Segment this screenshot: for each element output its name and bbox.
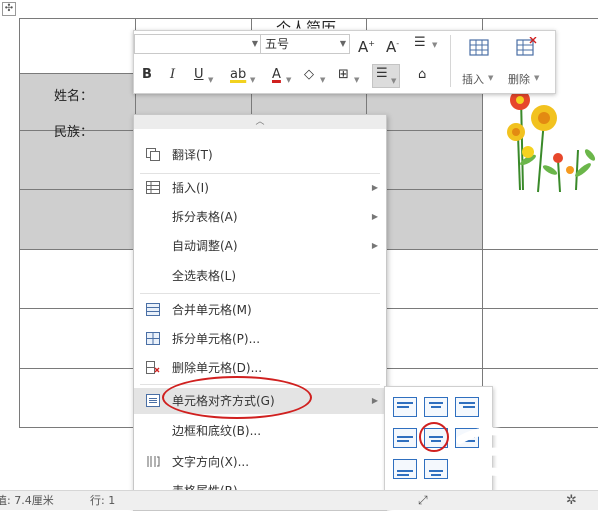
table-move-handle[interactable]: ✣ xyxy=(2,2,16,16)
fullscreen-icon[interactable]: ⤢ xyxy=(418,491,428,510)
cell-align-icon xyxy=(146,394,160,407)
menu-item-text-direction[interactable]: 文字方向(X)... xyxy=(134,449,386,475)
eraser-button[interactable]: ⌂ xyxy=(418,66,426,84)
table-cell[interactable] xyxy=(19,308,136,369)
delete-cells-icon xyxy=(146,361,160,374)
chevron-right-icon: ▶ xyxy=(371,241,378,250)
paint-bucket-icon: ◇ xyxy=(304,67,314,82)
menu-item-split-cells[interactable]: 拆分单元格(P)... xyxy=(134,326,386,352)
table-cell[interactable] xyxy=(19,189,136,250)
chevron-right-icon: ▶ xyxy=(371,212,378,221)
context-menu: ︿ 翻译(T) 插入(I) ▶ 拆分表格(A) ▶ 自动调整(A) ▶ 全选表格(L)… xyxy=(133,114,387,511)
menu-item-split-table[interactable]: 拆分表格(A) ▶ xyxy=(134,204,386,230)
split-cells-icon xyxy=(146,332,160,345)
mini-toolbar: ▼ 五号 ▼ A+ A- ☰ ▼ 插入 ▼ 删除 ▼ B I U ▼ ab ▼ A ▼ xyxy=(133,30,556,94)
annotation-oval-center-option xyxy=(419,422,449,452)
shrink-font-button[interactable]: A- xyxy=(386,35,399,56)
font-size-select[interactable]: 五号 ▼ xyxy=(260,34,350,54)
ethnicity-label: 民族： xyxy=(54,125,94,140)
name-label: 姓名： xyxy=(54,89,94,104)
chevron-down-icon: ▼ xyxy=(251,39,258,48)
menu-item-autofit[interactable]: 自动调整(A) ▶ xyxy=(134,233,386,259)
line-spacing-button[interactable]: ☰ ▼ xyxy=(414,34,437,52)
align-top-left-option[interactable] xyxy=(393,397,417,417)
align-button[interactable]: ☰ ▼ xyxy=(372,64,400,88)
bold-button[interactable]: B xyxy=(142,66,152,84)
table-delete-button[interactable]: 删除 ▼ xyxy=(504,35,548,89)
table-cell[interactable] xyxy=(482,308,598,369)
text-direction-icon xyxy=(147,456,160,467)
chevron-right-icon: ▶ xyxy=(371,183,378,192)
border-grid-icon: ⊞ xyxy=(338,67,349,82)
status-bar: 值: 7.4厘米 行: 1 ⤢ ✲ xyxy=(0,490,598,510)
translate-icon xyxy=(146,148,160,161)
status-value: 值: 7.4厘米 xyxy=(0,494,54,507)
table-cell[interactable] xyxy=(19,367,136,429)
font-color-button[interactable]: A ▼ xyxy=(272,66,291,84)
menu-item-borders-shading[interactable]: 边框和底纹(B)... xyxy=(134,418,386,444)
menu-item-select-table[interactable]: 全选表格(L) xyxy=(134,263,386,289)
italic-button[interactable]: I xyxy=(170,66,175,84)
align-top-center-option[interactable] xyxy=(424,397,448,417)
menu-item-insert[interactable]: 插入(I) ▶ xyxy=(134,175,386,201)
table-insert-icon xyxy=(146,181,160,194)
table-cell[interactable] xyxy=(19,248,136,310)
table-cell[interactable] xyxy=(482,248,598,310)
table-insert-icon xyxy=(469,39,489,56)
highlight-button[interactable]: ab ▼ xyxy=(230,66,255,84)
align-center-icon: ☰ xyxy=(376,66,388,81)
chevron-down-icon: ▼ xyxy=(339,39,346,48)
grow-font-button[interactable]: A+ xyxy=(358,35,375,56)
menu-collapse-button[interactable]: ︿ xyxy=(134,115,386,129)
align-bottom-center-option[interactable] xyxy=(424,459,448,479)
menu-item-merge-cells[interactable]: 合并单元格(M) xyxy=(134,297,386,323)
merge-cells-icon xyxy=(146,303,160,316)
settings-icon[interactable]: ✲ xyxy=(566,491,577,510)
align-top-right-option[interactable] xyxy=(455,397,479,417)
shading-button[interactable]: ◇ ▼ xyxy=(304,66,325,84)
underline-button[interactable]: U ▼ xyxy=(194,66,213,84)
annotation-oval-menu-item xyxy=(162,376,312,419)
menu-item-translate[interactable]: 翻译(T) xyxy=(134,142,386,168)
borders-button[interactable]: ⊞ ▼ xyxy=(338,66,359,84)
table-delete-icon xyxy=(516,37,537,56)
font-name-select[interactable]: ▼ xyxy=(134,34,262,54)
table-cell[interactable] xyxy=(19,18,136,74)
scribble-mark xyxy=(456,427,554,482)
align-bottom-left-option[interactable] xyxy=(393,459,417,479)
chevron-right-icon: ▶ xyxy=(371,396,378,405)
align-middle-left-option[interactable] xyxy=(393,428,417,448)
status-row: 行: 1 xyxy=(90,494,116,507)
table-insert-button[interactable]: 插入 ▼ xyxy=(458,35,500,89)
line-spacing-icon: ☰ xyxy=(414,35,426,50)
eraser-icon: ⌂ xyxy=(418,67,427,82)
